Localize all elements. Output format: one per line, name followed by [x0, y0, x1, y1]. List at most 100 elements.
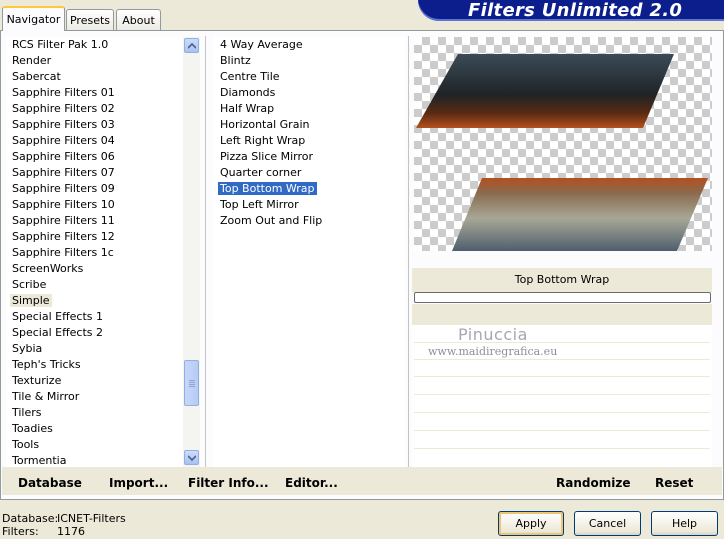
filter-item[interactable]: 4 Way Average: [214, 37, 406, 53]
filter-item-label: Centre Tile: [220, 70, 280, 83]
filter-item-label: Pizza Slice Mirror: [220, 150, 314, 163]
parameter-row: [414, 430, 710, 431]
category-item[interactable]: Sapphire Filters 07: [6, 165, 183, 181]
progress-bar: [414, 292, 711, 303]
category-item[interactable]: Tools: [6, 437, 183, 453]
filter-item-label: Diamonds: [220, 86, 276, 99]
reset-button[interactable]: Reset: [655, 476, 693, 490]
filter-item[interactable]: Horizontal Grain: [214, 117, 406, 133]
randomize-button[interactable]: Randomize: [556, 476, 630, 490]
category-item[interactable]: Tilers: [6, 405, 183, 421]
filter-item-label: Top Bottom Wrap: [218, 182, 317, 195]
scroll-up-button[interactable]: [184, 38, 199, 53]
filter-item[interactable]: Pizza Slice Mirror: [214, 149, 406, 165]
category-item[interactable]: RCS Filter Pak 1.0: [6, 37, 183, 53]
parameter-row: [414, 394, 710, 395]
filter-item-label: Quarter corner: [220, 166, 302, 179]
category-item-label: Tools: [12, 438, 40, 451]
category-item[interactable]: Sapphire Filters 10: [6, 197, 183, 213]
filter-item-label: Zoom Out and Flip: [220, 214, 323, 227]
import-button[interactable]: Import...: [109, 476, 168, 490]
filter-item-label: 4 Way Average: [220, 38, 303, 51]
category-item[interactable]: Sapphire Filters 11: [6, 213, 183, 229]
tab-presets[interactable]: Presets: [66, 9, 114, 30]
editor-button[interactable]: Editor...: [285, 476, 338, 490]
category-item-label: Sapphire Filters 02: [12, 102, 115, 115]
parameter-header: [412, 304, 712, 325]
category-item-label: ScreenWorks: [12, 262, 84, 275]
filter-info-button[interactable]: Filter Info...: [188, 476, 269, 490]
category-item[interactable]: Sapphire Filters 1c: [6, 245, 183, 261]
category-item[interactable]: Sybia: [6, 341, 183, 357]
filter-item-label: Left Right Wrap: [220, 134, 306, 147]
filter-item[interactable]: Left Right Wrap: [214, 133, 406, 149]
category-item[interactable]: Toadies: [6, 421, 183, 437]
category-item[interactable]: Sapphire Filters 12: [6, 229, 183, 245]
filter-item[interactable]: Diamonds: [214, 85, 406, 101]
preview-filter-name: Top Bottom Wrap: [514, 273, 610, 286]
category-item-label: Tile & Mirror: [12, 390, 80, 403]
category-item-label: Render: [12, 54, 52, 67]
category-item[interactable]: Sabercat: [6, 69, 183, 85]
category-item-label: RCS Filter Pak 1.0: [12, 38, 109, 51]
category-item[interactable]: Scribe: [6, 277, 183, 293]
filter-item[interactable]: Quarter corner: [214, 165, 406, 181]
category-item[interactable]: Simple: [6, 293, 183, 309]
chevron-up-icon: [187, 42, 196, 49]
chevron-down-icon: [187, 454, 196, 461]
filter-item[interactable]: Top Bottom Wrap: [214, 181, 406, 197]
category-item-label: Sapphire Filters 07: [12, 166, 115, 179]
scroll-down-button[interactable]: [184, 450, 199, 465]
category-item-label: Sapphire Filters 10: [12, 198, 115, 211]
database-value: ICNET-Filters: [57, 512, 126, 525]
category-item[interactable]: Teph's Tricks: [6, 357, 183, 373]
filter-item[interactable]: Blintz: [214, 53, 406, 69]
cancel-button[interactable]: Cancel: [574, 511, 641, 536]
category-item[interactable]: Sapphire Filters 01: [6, 85, 183, 101]
category-item[interactable]: Sapphire Filters 09: [6, 181, 183, 197]
scroll-thumb[interactable]: [184, 360, 199, 406]
filter-list[interactable]: 4 Way Average Blintz Centre Tile Diamonds Ha…: [214, 37, 406, 469]
help-button[interactable]: Help: [651, 511, 718, 536]
category-item-label: Sapphire Filters 01: [12, 86, 115, 99]
category-item-label: Toadies: [12, 422, 53, 435]
parameter-row: [414, 448, 710, 449]
category-item[interactable]: Sapphire Filters 02: [6, 101, 183, 117]
filter-item-label: Top Left Mirror: [220, 198, 299, 211]
filter-item-label: Blintz: [220, 54, 251, 67]
category-item[interactable]: Texturize: [6, 373, 183, 389]
category-item[interactable]: Sapphire Filters 03: [6, 117, 183, 133]
category-item[interactable]: Sapphire Filters 06: [6, 149, 183, 165]
category-item-label: Tilers: [12, 406, 42, 419]
filter-item[interactable]: Zoom Out and Flip: [214, 213, 406, 229]
category-item-label: Sapphire Filters 11: [12, 214, 115, 227]
category-list[interactable]: RCS Filter Pak 1.0 Render Sabercat Sapphire…: [6, 37, 183, 469]
filter-item[interactable]: Centre Tile: [214, 69, 406, 85]
category-item[interactable]: Tile & Mirror: [6, 389, 183, 405]
divider: [205, 36, 206, 467]
preview-image: [414, 37, 712, 251]
database-button[interactable]: Database: [18, 476, 82, 490]
category-item-label: Sapphire Filters 1c: [12, 246, 114, 259]
category-item-label: Sapphire Filters 09: [12, 182, 115, 195]
category-item-label: Sapphire Filters 06: [12, 150, 115, 163]
tab-navigator[interactable]: Navigator: [2, 6, 65, 31]
category-item-label: Sapphire Filters 03: [12, 118, 115, 131]
filter-item[interactable]: Half Wrap: [214, 101, 406, 117]
category-scrollbar[interactable]: [183, 37, 200, 467]
category-item-label: Teph's Tricks: [12, 358, 81, 371]
category-item[interactable]: Special Effects 2: [6, 325, 183, 341]
tab-about[interactable]: About: [116, 9, 161, 30]
app-title: Filters Unlimited 2.0: [468, 0, 683, 21]
category-item[interactable]: Render: [6, 53, 183, 69]
category-item-label: Sybia: [12, 342, 43, 355]
filter-item[interactable]: Top Left Mirror: [214, 197, 406, 213]
category-item-label: Texturize: [12, 374, 62, 387]
filters-label: Filters:: [2, 525, 39, 538]
category-item[interactable]: ScreenWorks: [6, 261, 183, 277]
parameter-row: [414, 376, 710, 377]
category-item[interactable]: Special Effects 1: [6, 309, 183, 325]
category-item[interactable]: Sapphire Filters 04: [6, 133, 183, 149]
category-item-label: Tormentia: [12, 454, 67, 467]
apply-button[interactable]: Apply: [498, 511, 564, 536]
